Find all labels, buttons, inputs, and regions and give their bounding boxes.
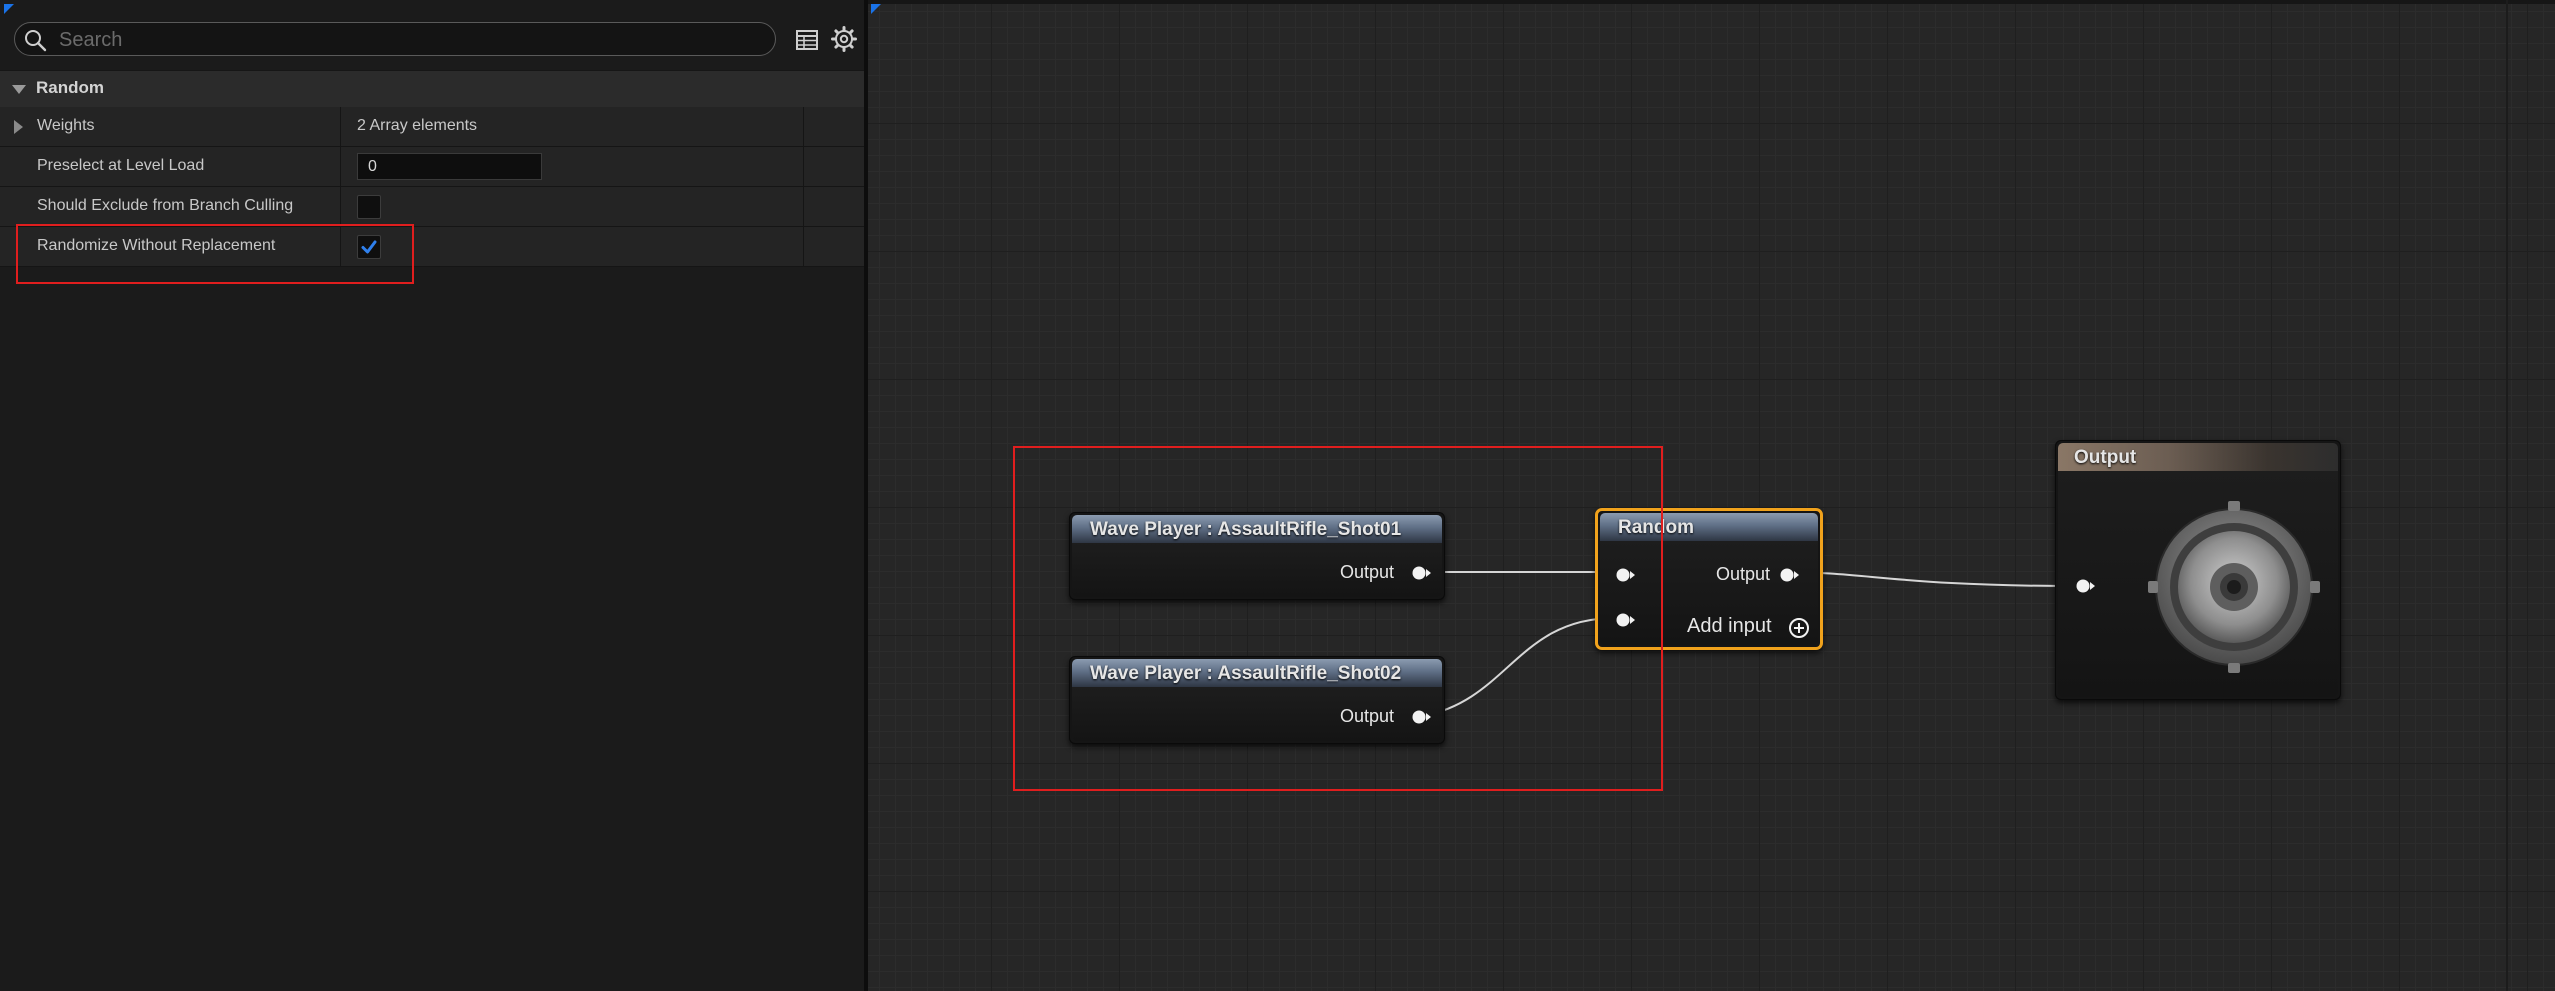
add-input-label[interactable]: Add input bbox=[1687, 615, 1772, 638]
collapse-arrow-icon bbox=[12, 85, 26, 94]
expand-arrow-icon[interactable] bbox=[14, 120, 23, 134]
weights-value: 2 Array elements bbox=[357, 117, 478, 134]
node-title: Random bbox=[1618, 517, 1694, 538]
column-divider bbox=[340, 227, 341, 267]
gear-icon[interactable] bbox=[830, 25, 858, 53]
property-row-exclude-branch-culling: Should Exclude from Branch Culling bbox=[0, 187, 864, 227]
property-row-randomize-without-replacement: Randomize Without Replacement bbox=[0, 227, 864, 267]
property-name: Weights bbox=[37, 117, 95, 134]
search-bar[interactable] bbox=[14, 22, 776, 56]
node-title: Output bbox=[2074, 447, 2137, 468]
property-name: Randomize Without Replacement bbox=[37, 237, 276, 254]
output-pin-icon[interactable] bbox=[1780, 568, 1800, 582]
checkmark-icon bbox=[361, 240, 377, 254]
column-divider bbox=[340, 187, 341, 227]
output-pin-label: Output bbox=[1716, 564, 1771, 584]
search-input[interactable] bbox=[57, 27, 761, 53]
wave-player-node-shot02[interactable]: Wave Player : AssaultRifle_Shot02 Output bbox=[1069, 656, 1445, 744]
wire-random-to-output bbox=[1783, 571, 2077, 587]
node-title: Wave Player : AssaultRifle_Shot01 bbox=[1090, 519, 1402, 540]
column-divider bbox=[803, 187, 804, 227]
output-pin-icon[interactable] bbox=[1412, 710, 1432, 724]
column-divider bbox=[340, 147, 341, 187]
preselect-value-input[interactable] bbox=[357, 153, 542, 180]
property-name: Should Exclude from Branch Culling bbox=[37, 197, 294, 214]
property-row-preselect: Preselect at Level Load bbox=[0, 147, 864, 187]
random-node[interactable]: Random Output Add input bbox=[1595, 508, 1823, 650]
wave-player-node-shot01[interactable]: Wave Player : AssaultRifle_Shot01 Output bbox=[1069, 512, 1445, 600]
output-node[interactable]: Output bbox=[2055, 440, 2341, 700]
add-input-plus-icon[interactable] bbox=[1788, 617, 1810, 639]
randomize-without-replacement-checkbox[interactable] bbox=[357, 235, 381, 259]
column-divider bbox=[803, 227, 804, 267]
node-header: Wave Player : AssaultRifle_Shot01 bbox=[1072, 515, 1442, 543]
graph-editor-canvas[interactable]: Wave Player : AssaultRifle_Shot01 Output… bbox=[868, 0, 2555, 991]
input-pin-icon[interactable] bbox=[2076, 579, 2096, 593]
column-divider bbox=[803, 107, 804, 147]
node-title: Wave Player : AssaultRifle_Shot02 bbox=[1090, 663, 1402, 684]
search-icon bbox=[25, 30, 47, 52]
node-header: Random bbox=[1600, 513, 1818, 541]
panel-corner-marker bbox=[4, 4, 14, 14]
property-row-weights: Weights 2 Array elements bbox=[0, 107, 864, 147]
node-header: Output bbox=[2058, 443, 2338, 471]
exclude-branch-culling-checkbox[interactable] bbox=[357, 195, 381, 219]
output-pin-icon[interactable] bbox=[1412, 566, 1432, 580]
wire-shot02-to-random bbox=[1422, 617, 1616, 717]
input-pin-1-icon[interactable] bbox=[1616, 568, 1636, 582]
input-pin-2-icon[interactable] bbox=[1616, 613, 1636, 627]
column-divider bbox=[340, 107, 341, 147]
category-random-header[interactable]: Random bbox=[0, 70, 864, 108]
column-divider bbox=[803, 147, 804, 187]
details-panel: Random Weights 2 Array elements Preselec… bbox=[0, 0, 864, 991]
output-pin-label: Output bbox=[1339, 562, 1394, 582]
output-pin-label: Output bbox=[1339, 706, 1394, 726]
speaker-icon bbox=[2148, 501, 2320, 673]
property-name: Preselect at Level Load bbox=[37, 157, 205, 174]
node-header: Wave Player : AssaultRifle_Shot02 bbox=[1072, 659, 1442, 687]
table-view-icon[interactable] bbox=[794, 27, 820, 53]
category-label: Random bbox=[36, 78, 104, 97]
